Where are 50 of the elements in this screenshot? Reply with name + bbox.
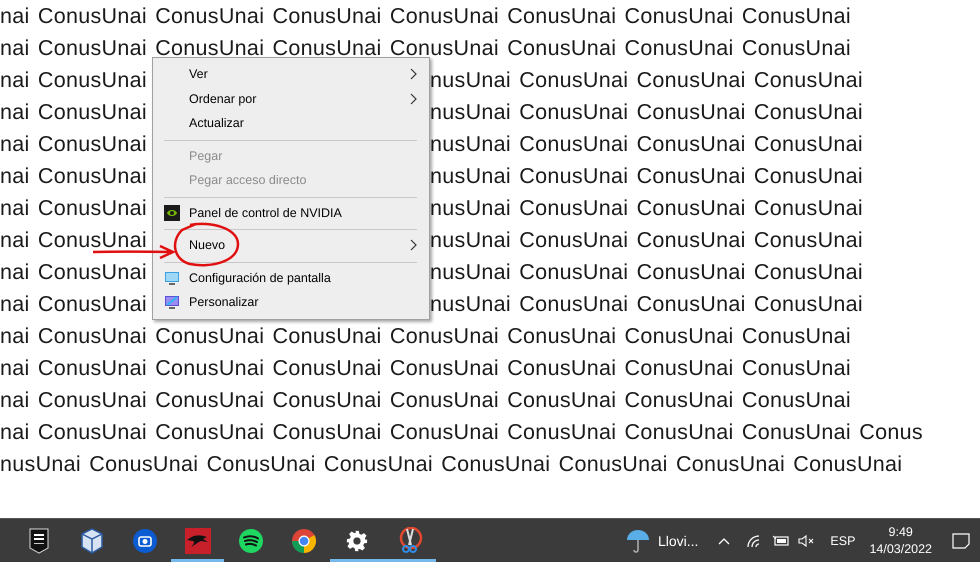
- wallpaper-text: nai ConusUnai: [0, 68, 148, 92]
- wallpaper-text: nai ConusUnai: [0, 228, 148, 252]
- wallpaper-text: nusUnai ConusUnai ConusUnai ConusUnai: [430, 260, 864, 284]
- wallpaper-text: nai ConusUnai ConusUnai ConusUnai ConusUnai ConusUnai ConusUnai ConusUnai: [0, 36, 851, 60]
- wallpaper-text: nusUnai ConusUnai ConusUnai ConusUnai: [430, 100, 864, 124]
- chevron-up-icon[interactable]: [718, 536, 730, 544]
- menu-item[interactable]: Panel de control de NVIDIA: [153, 200, 429, 225]
- wallpaper-text: nusUnai ConusUnai ConusUnai ConusUnai: [430, 228, 864, 252]
- wallpaper-text: nai ConusUnai: [0, 260, 148, 284]
- sound-waves-icon[interactable]: [238, 528, 264, 554]
- wallpaper-text: nai ConusUnai: [0, 132, 148, 156]
- notification-icon[interactable]: [952, 532, 970, 548]
- wallpaper-text: nusUnai ConusUnai ConusUnai ConusUnai: [430, 196, 864, 220]
- wallpaper-text: nai ConusUnai ConusUnai ConusUnai ConusUnai ConusUnai ConusUnai ConusUnai Conus: [0, 420, 923, 444]
- wallpaper-text: nai ConusUnai ConusUnai ConusUnai ConusUnai ConusUnai ConusUnai ConusUnai: [0, 4, 851, 28]
- wallpaper-text: nusUnai ConusUnai ConusUnai ConusUnai: [430, 164, 864, 188]
- wallpaper-text: nusUnai ConusUnai ConusUnai ConusUnai: [430, 68, 864, 92]
- wallpaper-text: nai ConusUnai ConusUnai ConusUnai ConusUnai ConusUnai ConusUnai ConusUnai: [0, 324, 851, 348]
- menu-item[interactable]: Personalizar: [153, 290, 429, 314]
- monitor-icon: [164, 294, 180, 310]
- wallpaper-text: nusUnai ConusUnai ConusUnai ConusUnai ConusUnai ConusUnai ConusUnai ConusUnai: [0, 452, 902, 476]
- battery-icon[interactable]: [772, 534, 790, 546]
- muted-speaker-icon[interactable]: [798, 534, 816, 548]
- wallpaper-text: nusUnai ConusUnai ConusUnai ConusUnai: [430, 292, 864, 316]
- wallpaper-text: nai ConusUnai: [0, 292, 148, 316]
- menu-item[interactable]: Ver: [153, 62, 429, 86]
- umbrella-icon: [626, 528, 650, 554]
- menu-item[interactable]: Ordenar por: [153, 86, 429, 111]
- menu-item[interactable]: Nuevo: [153, 233, 429, 258]
- clock[interactable]: 9:49 14/03/2022: [869, 525, 932, 556]
- cube-icon[interactable]: [80, 528, 104, 554]
- chevron-right-icon: [410, 68, 417, 80]
- menu-item[interactable]: Actualizar: [153, 111, 429, 136]
- wallpaper-text: nai ConusUnai: [0, 164, 148, 188]
- logo-icon: [164, 204, 180, 220]
- chevron-right-icon: [410, 92, 417, 105]
- browser-icon[interactable]: [290, 528, 316, 554]
- chevron-right-icon: [410, 239, 417, 252]
- wallpaper-text: nai ConusUnai ConusUnai ConusUnai ConusUnai ConusUnai ConusUnai ConusUnai: [0, 388, 851, 412]
- menu-item[interactable]: Configuración de pantalla: [153, 266, 429, 290]
- wallpaper-text: nai ConusUnai ConusUnai ConusUnai ConusUnai ConusUnai ConusUnai ConusUnai: [0, 356, 851, 380]
- shield-icon[interactable]: [28, 528, 48, 554]
- wallpaper-text: nusUnai ConusUnai ConusUnai ConusUnai: [430, 132, 864, 156]
- settings-icon[interactable]: [346, 530, 368, 552]
- wallpaper-text: nai ConusUnai: [0, 100, 148, 124]
- weather-text[interactable]: Llovi...: [658, 532, 698, 548]
- camera-icon[interactable]: [132, 528, 158, 554]
- monitor-icon: [164, 270, 180, 286]
- wallpaper-text: nai ConusUnai: [0, 196, 148, 220]
- language-indicator[interactable]: ESP: [830, 534, 856, 548]
